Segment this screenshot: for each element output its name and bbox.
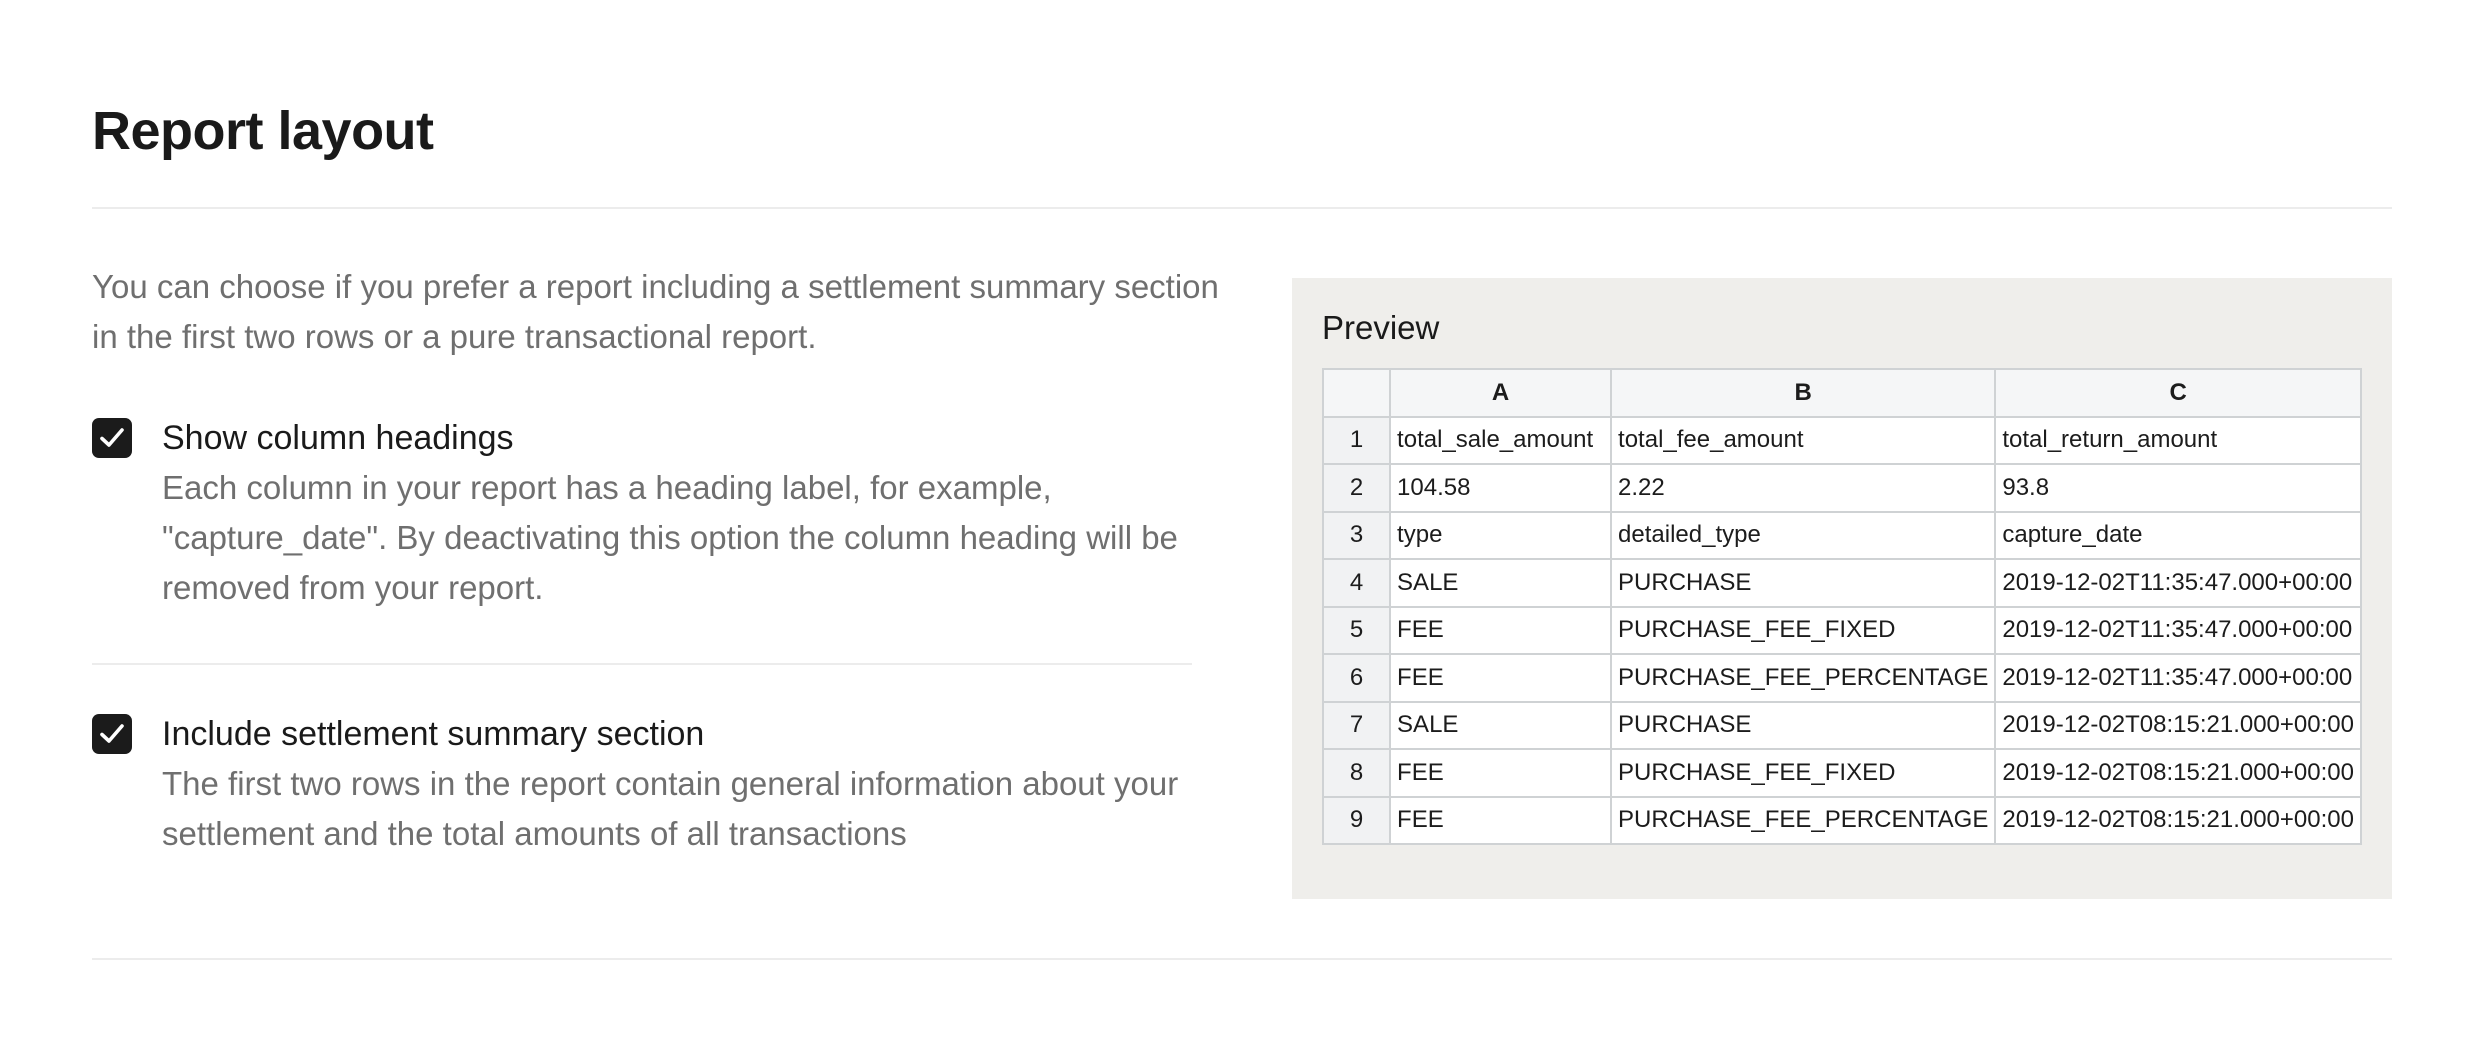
column-header: B: [1610, 368, 1997, 418]
table-cell: total_return_amount: [1994, 415, 2362, 465]
table-cell: FEE: [1389, 605, 1613, 655]
preview-title: Preview: [1322, 309, 1440, 346]
preview-table: A B C 1 total_sale_amount total_fee_amount…: [1322, 368, 2362, 845]
table-cell: PURCHASE: [1610, 558, 1997, 608]
table-row: 7 SALE PURCHASE 2019-12-02T08:15:21.000+00:…: [1322, 700, 2362, 750]
table-row: 2 104.58 2.22 93.8: [1322, 463, 2362, 513]
table-cell: SALE: [1389, 558, 1613, 608]
divider: [92, 958, 2392, 960]
table-cell: total_fee_amount: [1610, 415, 1997, 465]
table-cell: 2.22: [1610, 463, 1997, 513]
row-number: 1: [1322, 415, 1392, 465]
row-number: 5: [1322, 605, 1392, 655]
option-description: The first two rows in the report contain…: [162, 765, 1179, 852]
checkmark-icon: [100, 724, 124, 743]
table-cell: FEE: [1389, 748, 1613, 798]
table-cell: 2019-12-02T08:15:21.000+00:00: [1994, 795, 2362, 845]
table-cell: PURCHASE_FEE_PERCENTAGE: [1610, 795, 1997, 845]
row-number: 3: [1322, 510, 1392, 560]
table-row: 6 FEE PURCHASE_FEE_PERCENTAGE 2019-12-02T11…: [1322, 653, 2362, 703]
table-row: 8 FEE PURCHASE_FEE_FIXED 2019-12-02T08:15:2…: [1322, 748, 2362, 798]
table-cell: type: [1389, 510, 1613, 560]
table-cell: FEE: [1389, 653, 1613, 703]
corner-cell: [1322, 368, 1392, 418]
table-row: 4 SALE PURCHASE 2019-12-02T11:35:47.000+00:…: [1322, 558, 2362, 608]
table-cell: FEE: [1389, 795, 1613, 845]
table-cell: PURCHASE: [1610, 700, 1997, 750]
include-settlement-summary-checkbox[interactable]: [92, 714, 132, 754]
table-row: 3 type detailed_type capture_date: [1322, 510, 2362, 560]
divider: [92, 207, 2392, 209]
table-cell: detailed_type: [1610, 510, 1997, 560]
option-text: Show column headings Each column in your…: [162, 413, 1242, 613]
table-row: 9 FEE PURCHASE_FEE_PERCENTAGE 2019-12-02T08…: [1322, 795, 2362, 845]
table-cell: PURCHASE_FEE_PERCENTAGE: [1610, 653, 1997, 703]
page-title: Report layout: [92, 101, 434, 161]
table-cell: total_sale_amount: [1389, 415, 1613, 465]
report-layout-page: Report layout You can choose if you pref…: [0, 0, 2468, 1060]
table-cell: 2019-12-02T08:15:21.000+00:00: [1994, 700, 2362, 750]
checkmark-icon: [100, 428, 124, 447]
table-row: 5 FEE PURCHASE_FEE_FIXED 2019-12-02T11:35:4…: [1322, 605, 2362, 655]
column-header: A: [1389, 368, 1613, 418]
column-header-row: A B C: [1322, 368, 2362, 418]
table-cell: 2019-12-02T11:35:47.000+00:00: [1994, 558, 2362, 608]
table-cell: PURCHASE_FEE_FIXED: [1610, 605, 1997, 655]
row-number: 9: [1322, 795, 1392, 845]
table-cell: PURCHASE_FEE_FIXED: [1610, 748, 1997, 798]
table-row: 1 total_sale_amount total_fee_amount total_…: [1322, 415, 2362, 465]
row-number: 2: [1322, 463, 1392, 513]
table-cell: SALE: [1389, 700, 1613, 750]
option-title[interactable]: Show column headings: [162, 413, 1242, 463]
table-cell: 104.58: [1389, 463, 1613, 513]
row-number: 6: [1322, 653, 1392, 703]
table-cell: capture_date: [1994, 510, 2362, 560]
option-text: Include settlement summary section The f…: [162, 709, 1242, 859]
divider: [92, 663, 1192, 665]
row-number: 7: [1322, 700, 1392, 750]
intro-text: You can choose if you prefer a report in…: [92, 268, 1219, 355]
row-number: 4: [1322, 558, 1392, 608]
table-cell: 2019-12-02T08:15:21.000+00:00: [1994, 748, 2362, 798]
row-number: 8: [1322, 748, 1392, 798]
option-title[interactable]: Include settlement summary section: [162, 709, 1242, 759]
preview-spreadsheet: A B C 1 total_sale_amount total_fee_amount…: [1322, 368, 2362, 845]
column-header: C: [1994, 368, 2362, 418]
preview-panel: Preview A B C 1 total_sale_amount total_fe…: [1292, 278, 2392, 899]
table-cell: 93.8: [1994, 463, 2362, 513]
option-description: Each column in your report has a heading…: [162, 469, 1178, 606]
table-cell: 2019-12-02T11:35:47.000+00:00: [1994, 653, 2362, 703]
table-cell: 2019-12-02T11:35:47.000+00:00: [1994, 605, 2362, 655]
show-column-headings-checkbox[interactable]: [92, 418, 132, 458]
